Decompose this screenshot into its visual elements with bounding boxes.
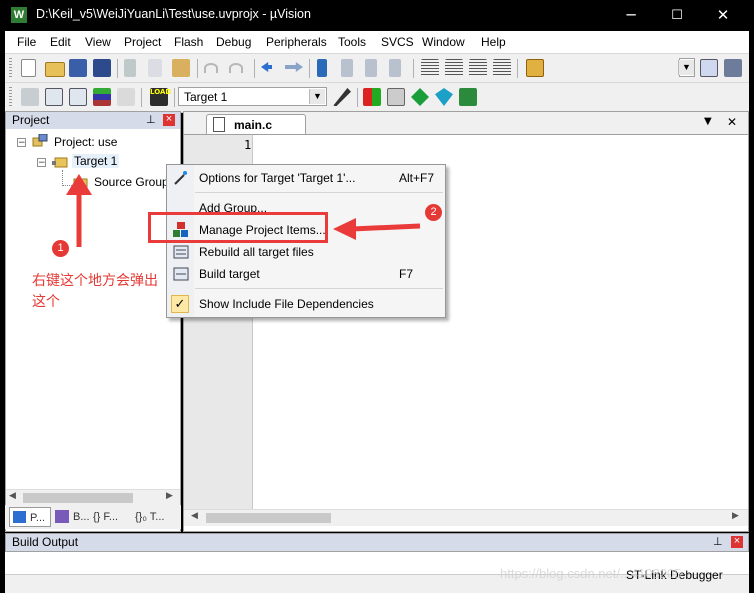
arrow-left-shaft [351,223,421,232]
annotation-badge-2: 2 [425,204,442,221]
annotation-note: 右键这个地方会弹出这个 [32,273,158,310]
arrow-up-head [66,174,92,195]
arrow-left-head [333,218,356,240]
annotation-badge-1: 1 [52,240,69,257]
